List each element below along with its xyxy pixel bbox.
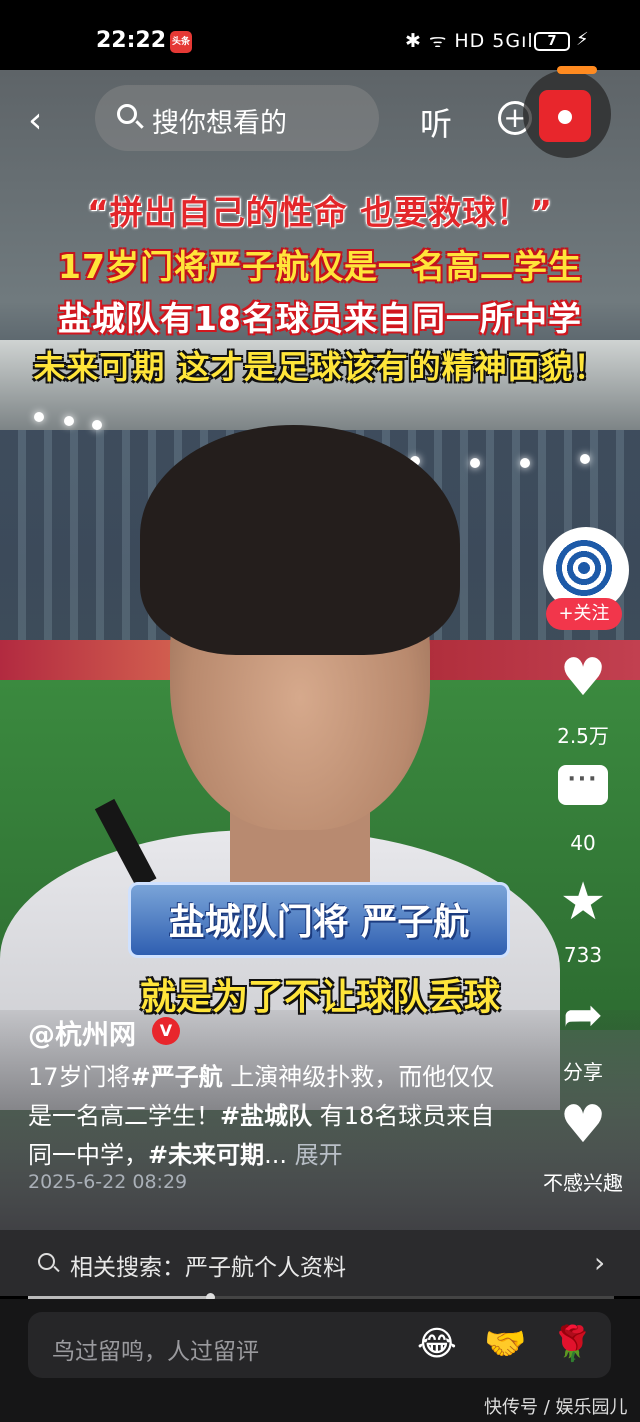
author-logo-icon <box>553 537 615 599</box>
hashtag[interactable]: #严子航 <box>131 1063 223 1091</box>
listen-button[interactable]: 听 <box>420 99 452 145</box>
system-status-icons: ✱ ᯤ HD 5Gıl <box>405 30 534 52</box>
headline-2: 17岁门将严子航仅是一名高二学生 <box>58 247 582 286</box>
headline-1: “拼出自己的性命 也要救球！” <box>87 193 553 232</box>
comment-placeholder: 鸟过留鸣，人过留评 <box>52 1339 259 1365</box>
related-search-text[interactable]: 相关搜索：严子航个人资料 <box>70 1248 346 1282</box>
headline-3: 盐城队有18名球员来自同一所中学 <box>58 299 582 338</box>
comment-bubble-icon[interactable]: ··· <box>558 765 608 805</box>
status-time: 22:22 <box>96 28 167 53</box>
stadium-light <box>520 458 530 468</box>
star-icon[interactable]: ★ <box>550 872 616 932</box>
follow-button[interactable]: +关注 <box>546 598 622 630</box>
stadium-light <box>34 412 44 422</box>
red-packet-icon[interactable] <box>539 90 591 142</box>
search-icon <box>38 1253 55 1270</box>
desc-text: 17岁门将 <box>28 1063 131 1091</box>
toutiao-notification-icon: 头条 <box>170 31 192 53</box>
search-icon <box>117 104 137 124</box>
hashtag[interactable]: #未来可期 <box>148 1141 264 1169</box>
post-description[interactable]: 17岁门将#严子航 上演神级扑救，而他仅仅是一名高二学生！#盐城队 有18名球员… <box>28 1058 508 1175</box>
headline-4: 未来可期 这才是足球该有的精神面貌！ <box>33 348 607 386</box>
verified-badge-icon: V <box>152 1017 180 1045</box>
stadium-light <box>580 454 590 464</box>
back-chevron-icon[interactable]: ‹ <box>28 100 42 141</box>
favorite-count: 733 <box>563 943 603 967</box>
stadium-light <box>470 458 480 468</box>
charging-icon: ⚡ <box>576 29 589 50</box>
dislike-label: 不感兴趣 <box>543 1171 623 1195</box>
author-name[interactable]: @杭州网 <box>28 1013 136 1052</box>
red-packet-timer <box>557 66 597 74</box>
expand-link[interactable]: 展开 <box>295 1141 343 1169</box>
post-date: 2025-6-22 08:29 <box>28 1171 188 1193</box>
broken-heart-icon[interactable]: ♥ <box>550 1095 616 1155</box>
comment-count: 40 <box>570 831 596 855</box>
desc-ellipsis: ... <box>264 1141 287 1169</box>
rose-emoji-icon[interactable]: 🌹 <box>551 1324 593 1364</box>
stadium-light <box>64 416 74 426</box>
share-icon[interactable]: ➦ <box>550 985 616 1045</box>
chevron-right-icon[interactable]: › <box>594 1246 605 1279</box>
handshake-emoji-icon[interactable]: 🤝 <box>484 1324 526 1364</box>
name-caption: 盐城队门将 严子航 <box>168 902 470 943</box>
laughing-emoji-icon[interactable]: 😂 <box>417 1324 457 1364</box>
battery-icon: 7 <box>534 32 570 51</box>
stadium-light <box>92 420 102 430</box>
like-count: 2.5万 <box>557 724 609 748</box>
heart-icon[interactable]: ♥ <box>550 648 616 708</box>
watermark: 快传号 / 娱乐园儿 <box>484 1397 628 1418</box>
share-label: 分享 <box>563 1060 603 1084</box>
hashtag[interactable]: #盐城队 <box>220 1102 312 1130</box>
search-placeholder: 搜你想看的 <box>152 108 287 139</box>
